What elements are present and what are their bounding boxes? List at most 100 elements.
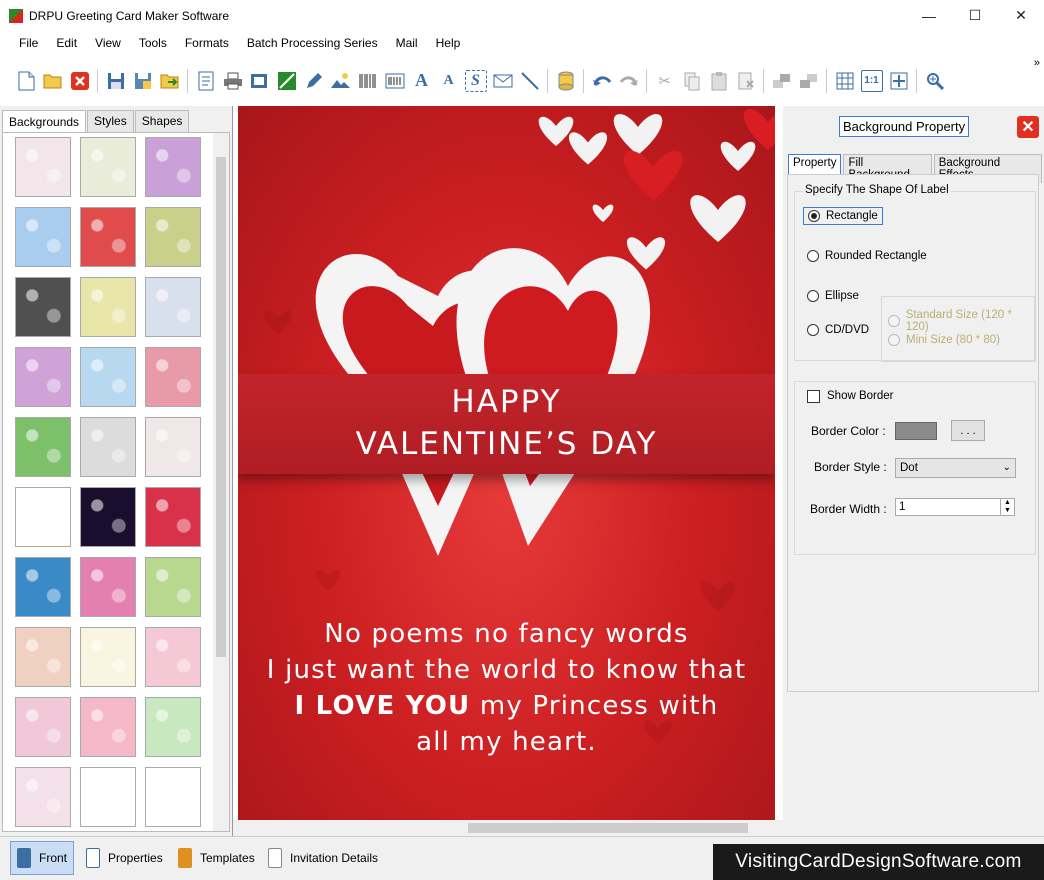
- background-thumbnail[interactable]: [15, 417, 71, 477]
- barcode2-icon[interactable]: [384, 70, 406, 92]
- radio-rectangle[interactable]: Rectangle: [803, 207, 883, 225]
- properties-icon[interactable]: [195, 70, 217, 92]
- mail-icon[interactable]: [492, 70, 514, 92]
- card-poem[interactable]: No poems no fancy words I just want the …: [238, 616, 775, 760]
- close-panel-button[interactable]: ✕: [1017, 116, 1039, 138]
- background-thumbnail[interactable]: [80, 347, 136, 407]
- maximize-button[interactable]: ☐: [952, 0, 998, 31]
- invitation-details-button[interactable]: Invitation Details: [262, 841, 384, 875]
- background-thumbnail[interactable]: [145, 207, 201, 267]
- tab-backgrounds[interactable]: Backgrounds: [2, 110, 87, 132]
- grid-icon[interactable]: [834, 70, 856, 92]
- border-width-input[interactable]: 1 ▲ ▼: [895, 498, 1015, 516]
- background-thumbnail[interactable]: [80, 277, 136, 337]
- barcode-icon[interactable]: [357, 70, 379, 92]
- background-thumbnail[interactable]: [15, 207, 71, 267]
- background-thumbnail[interactable]: [80, 557, 136, 617]
- radio-rounded-rectangle[interactable]: Rounded Rectangle: [807, 250, 927, 262]
- card-title-line2[interactable]: VALENTINE’S DAY: [238, 426, 775, 462]
- gallery-scrollbar[interactable]: [213, 133, 229, 831]
- properties-button[interactable]: Properties: [80, 841, 169, 875]
- image-icon[interactable]: [276, 70, 298, 92]
- background-thumbnail[interactable]: [15, 697, 71, 757]
- menu-edit[interactable]: Edit: [56, 36, 77, 50]
- background-thumbnail[interactable]: [80, 767, 136, 827]
- tab-shapes[interactable]: Shapes: [134, 110, 190, 132]
- border-color-swatch[interactable]: [895, 422, 937, 440]
- send-back-icon[interactable]: [798, 70, 820, 92]
- radio-mini-size[interactable]: Mini Size (80 * 80): [888, 334, 1000, 346]
- cut-icon[interactable]: ✂: [654, 70, 676, 92]
- background-thumbnail[interactable]: [15, 627, 71, 687]
- background-thumbnail[interactable]: [145, 557, 201, 617]
- toolbar-overflow-icon[interactable]: »: [1034, 57, 1040, 69]
- undo-icon[interactable]: [591, 70, 613, 92]
- fit-icon[interactable]: [888, 70, 910, 92]
- radio-ellipse[interactable]: Ellipse: [807, 290, 859, 302]
- actual-size-icon[interactable]: 1:1: [860, 69, 883, 92]
- menu-formats[interactable]: Formats: [185, 36, 229, 50]
- spinner-icon[interactable]: ▲ ▼: [1000, 499, 1014, 515]
- signature-icon[interactable]: S: [464, 69, 487, 92]
- background-thumbnail[interactable]: [15, 487, 71, 547]
- templates-button[interactable]: Templates: [172, 841, 261, 875]
- background-thumbnail[interactable]: [80, 207, 136, 267]
- background-thumbnail[interactable]: [145, 767, 201, 827]
- zoom-icon[interactable]: [924, 70, 946, 92]
- open-icon[interactable]: [42, 70, 64, 92]
- background-thumbnail[interactable]: [80, 417, 136, 477]
- database-icon[interactable]: [555, 70, 577, 92]
- background-thumbnail[interactable]: [15, 557, 71, 617]
- background-thumbnail[interactable]: [145, 137, 201, 197]
- background-thumbnail[interactable]: [145, 417, 201, 477]
- background-thumbnail[interactable]: [145, 347, 201, 407]
- menu-tools[interactable]: Tools: [139, 36, 167, 50]
- gallery-scrollbar-thumb[interactable]: [216, 157, 226, 657]
- background-thumbnail[interactable]: [15, 347, 71, 407]
- background-thumbnail[interactable]: [145, 697, 201, 757]
- front-button[interactable]: Front: [10, 841, 75, 875]
- show-border-checkbox[interactable]: [807, 390, 820, 403]
- redo-icon[interactable]: [618, 70, 640, 92]
- background-thumbnail[interactable]: [80, 627, 136, 687]
- background-thumbnail[interactable]: [145, 487, 201, 547]
- background-thumbnail[interactable]: [15, 137, 71, 197]
- wordart-icon[interactable]: A: [411, 70, 433, 92]
- greeting-card[interactable]: HAPPY VALENTINE’S DAY No poems no fancy …: [238, 106, 775, 820]
- minimize-button[interactable]: —: [906, 0, 952, 31]
- text-icon[interactable]: A: [438, 70, 460, 92]
- background-thumbnail[interactable]: [15, 277, 71, 337]
- background-thumbnail[interactable]: [80, 697, 136, 757]
- new-icon[interactable]: [15, 70, 37, 92]
- radio-cd-dvd[interactable]: CD/DVD: [807, 324, 869, 336]
- export-icon[interactable]: [159, 70, 181, 92]
- background-thumbnail[interactable]: [80, 137, 136, 197]
- radio-standard-size[interactable]: Standard Size (120 * 120): [888, 309, 1034, 333]
- pencil-icon[interactable]: [303, 70, 325, 92]
- menu-mail[interactable]: Mail: [396, 36, 418, 50]
- background-thumbnail[interactable]: [145, 627, 201, 687]
- border-color-picker-button[interactable]: . . .: [951, 420, 985, 441]
- card-title-line1[interactable]: HAPPY: [238, 384, 775, 420]
- save-icon[interactable]: [105, 70, 127, 92]
- background-thumbnail[interactable]: [80, 487, 136, 547]
- bring-front-icon[interactable]: [771, 70, 793, 92]
- picture-icon[interactable]: [330, 70, 352, 92]
- close-doc-icon[interactable]: [69, 70, 91, 92]
- print-preview-icon[interactable]: [249, 70, 271, 92]
- tab-styles[interactable]: Styles: [87, 110, 134, 132]
- delete-icon[interactable]: [735, 70, 757, 92]
- background-thumbnail[interactable]: [145, 277, 201, 337]
- menu-help[interactable]: Help: [436, 36, 461, 50]
- canvas-horizontal-scrollbar[interactable]: [233, 820, 783, 836]
- print-icon[interactable]: [222, 70, 244, 92]
- canvas-scrollbar-thumb[interactable]: [468, 823, 748, 833]
- save-as-icon[interactable]: [132, 70, 154, 92]
- line-icon[interactable]: [519, 70, 541, 92]
- menu-batch-processing[interactable]: Batch Processing Series: [247, 36, 378, 50]
- copy-icon[interactable]: [681, 70, 703, 92]
- border-style-select[interactable]: Dot ⌄: [895, 458, 1016, 478]
- menu-file[interactable]: File: [19, 36, 38, 50]
- paste-icon[interactable]: [708, 70, 730, 92]
- menu-view[interactable]: View: [95, 36, 121, 50]
